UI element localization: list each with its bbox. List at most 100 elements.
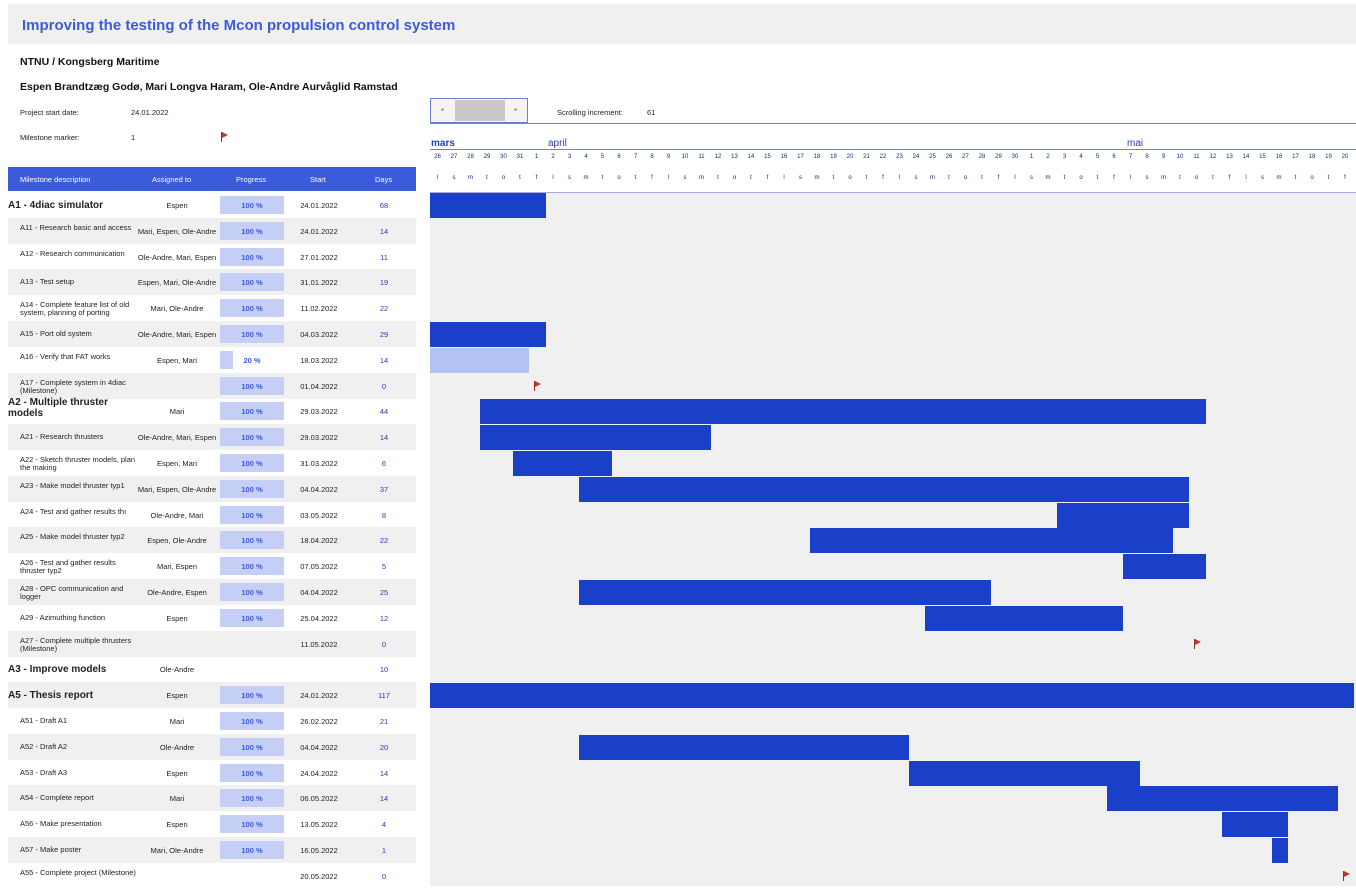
day-number: 2 (551, 154, 555, 160)
table-row[interactable]: A28 - OPC communication and logger Ole-An… (8, 579, 416, 605)
day-letter: f (882, 175, 884, 181)
milestone-desc: A23 - Make model thruster typ1 (20, 480, 125, 490)
milestone-marker-value[interactable]: 1 (131, 133, 135, 142)
col-assigned: Assigned to (152, 175, 192, 184)
milestone-desc: A25 - Make model thruster typ2 (20, 532, 125, 542)
day-number: 27 (962, 154, 969, 160)
milestone-desc: A29 - Azimuthing function (20, 612, 106, 622)
table-row[interactable]: A3 - Improve models Ole-Andre 10 (8, 656, 416, 682)
gantt-bar[interactable] (430, 322, 546, 347)
day-letter: l (436, 175, 439, 181)
gantt-bar[interactable] (430, 193, 546, 218)
milestone-desc: A22 - Sketch thruster models, plan the m… (20, 455, 136, 472)
table-row[interactable]: A22 - Sketch thruster models, plan the m… (8, 450, 416, 476)
table-row[interactable]: A27 - Complete multiple thrusters (Miles… (8, 630, 416, 657)
timeline-scrollbar[interactable]: ◂ ▸ (430, 98, 528, 123)
table-row[interactable]: A54 - Complete report Mari 100 % 06.05.2022… (8, 785, 416, 812)
table-row[interactable]: A17 - Complete system in 4diac (Mileston… (8, 372, 416, 399)
table-row[interactable]: A16 - Verify that FAT works Espen, Mari 20… (8, 347, 416, 373)
project-start-value[interactable]: 24.01.2022 (131, 108, 169, 117)
gantt-bar[interactable] (479, 425, 711, 451)
gantt-bar[interactable] (908, 760, 1140, 786)
start-date: 13.05.2022 (300, 820, 338, 830)
progress-value: 100 % (241, 433, 263, 443)
days-count: 21 (379, 717, 389, 726)
progress-cell: 100 % (220, 376, 284, 395)
table-row[interactable]: A55 - Complete project (Milestone) 20.05.… (8, 863, 416, 889)
day-letter: o (848, 175, 852, 181)
col-progress: Progress (236, 175, 267, 184)
milestone-desc: A57 - Make poster (20, 845, 82, 854)
table-row[interactable]: A15 - Port old system Ole-Andre, Mari, Es… (8, 321, 416, 347)
gantt-bar[interactable] (1106, 786, 1338, 812)
day-letter: t (948, 175, 950, 181)
table-row[interactable]: A52 - Draft A2 Ole-Andre 100 % 04.04.2022 20 (8, 733, 416, 760)
day-letter: m (1045, 175, 1051, 181)
day-number: 2 (1046, 154, 1050, 160)
gantt-bar[interactable] (578, 734, 909, 760)
table-row[interactable]: A57 - Make poster Mari, Ole-Andre 100 % 16.… (8, 837, 416, 863)
day-letter: f (651, 175, 653, 181)
assigned-to: Ole-Andre (159, 742, 195, 752)
table-row[interactable]: A26 - Test and gather results thruster t… (8, 553, 416, 579)
gantt-bar[interactable] (512, 451, 612, 476)
day-number: 16 (1275, 154, 1283, 160)
days-count: 12 (379, 613, 389, 623)
gantt-bar[interactable] (578, 580, 991, 605)
table-row[interactable]: A2 - Multiple thruster models Mari 100 % 29… (8, 397, 416, 424)
table-row[interactable]: A14 - Complete feature list of old syste… (8, 295, 416, 321)
gantt-bar[interactable] (1057, 502, 1189, 528)
progress-value: 100 % (241, 794, 263, 804)
scroll-thumb[interactable] (455, 100, 505, 121)
progress-value: 100 % (241, 459, 263, 468)
table-row[interactable]: A1 - 4diac simulator Espen 100 % 24.01.2022… (8, 192, 416, 218)
day-letter: l (898, 175, 901, 181)
gantt-bar[interactable] (430, 683, 1354, 709)
start-date: 04.04.2022 (300, 588, 338, 597)
gantt-bar[interactable] (809, 528, 1173, 554)
table-row[interactable]: A24 - Test and gather results thı Ole-And… (8, 502, 416, 528)
day-number: 15 (1259, 154, 1266, 160)
gantt-bar[interactable] (479, 399, 1206, 425)
title-bar: Improving the testing of the Mcon propul… (8, 4, 1356, 44)
table-row[interactable]: A11 - Research basic and access Mari, Esp… (8, 217, 416, 244)
progress-value: 100 % (241, 613, 263, 623)
table-row[interactable]: A5 - Thesis report Espen 100 % 24.01.2022 11… (8, 682, 416, 709)
day-letter: t (865, 175, 868, 181)
scroll-left-icon[interactable]: ◂ (431, 99, 453, 122)
table-row[interactable]: A13 - Test setup Espen, Mari, Ole-Andre 10… (8, 269, 416, 296)
gantt-bar[interactable] (1123, 554, 1206, 580)
table-row[interactable]: A56 - Make presentation Espen 100 % 13.05.2… (8, 811, 416, 837)
table-row[interactable]: A12 - Research communication Ole-Andre, M… (8, 244, 416, 270)
table-row[interactable]: A51 - Draft A1 Mari 100 % 26.02.2022 21 (8, 708, 416, 734)
progress-value: 100 % (241, 691, 263, 701)
table-row[interactable]: A25 - Make model thruster typ2 Espen, Ole… (8, 527, 416, 554)
progress-value: 100 % (241, 252, 263, 262)
milestone-desc: A16 - Verify that FAT works (20, 351, 111, 361)
scroll-right-icon[interactable]: ▸ (505, 99, 527, 122)
assigned-to: Mari (169, 717, 185, 726)
gantt-bar[interactable] (430, 347, 529, 373)
days-count: 0 (381, 381, 387, 391)
day-letter: f (1113, 175, 1115, 181)
table-row[interactable]: A53 - Draft A3 Espen 100 % 24.04.2022 14 (8, 760, 416, 786)
table-row[interactable]: A29 - Azimuthing function Espen 100 % 25.04… (8, 605, 416, 631)
milestone-desc: A52 - Draft A2 (20, 741, 68, 751)
table-row[interactable]: A21 - Research thrusters Ole-Andre, Mari,… (8, 424, 416, 451)
days-count: 0 (381, 871, 387, 881)
start-date: 20.05.2022 (300, 871, 338, 881)
day-letter: o (963, 175, 968, 181)
day-letter: l (783, 175, 785, 181)
gantt-bar[interactable] (578, 476, 1189, 502)
days-count: 117 (378, 691, 390, 701)
progress-value: 100 % (241, 820, 263, 830)
scrolling-increment-value[interactable]: 61 (647, 108, 655, 117)
gantt-bar[interactable] (1222, 812, 1288, 838)
day-letter: m (814, 175, 820, 181)
table-row[interactable]: A23 - Make model thruster typ1 Mari, Espe… (8, 475, 416, 502)
day-number: 4 (584, 154, 588, 160)
days-count: 14 (379, 226, 389, 236)
gantt-bar[interactable] (925, 605, 1123, 631)
assigned-to: Ole-Andre, Mari, Espen (137, 252, 217, 262)
gantt-bar[interactable] (1271, 838, 1288, 863)
